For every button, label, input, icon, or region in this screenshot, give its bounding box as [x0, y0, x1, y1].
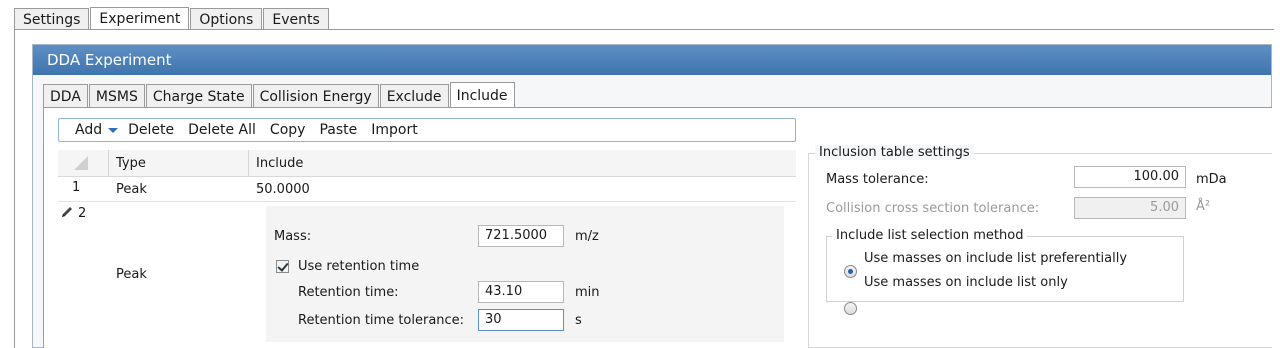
column-divider: [108, 150, 109, 176]
inclusion-settings-title: Inclusion table settings: [815, 145, 974, 160]
ccs-tolerance-label: Collision cross section tolerance:: [826, 201, 1040, 216]
select-all-corner[interactable]: [74, 156, 88, 170]
add-button[interactable]: Add: [75, 122, 102, 138]
row-include-value[interactable]: 50.0000: [256, 182, 310, 197]
row-number[interactable]: 2: [78, 206, 86, 221]
import-button[interactable]: Import: [371, 122, 417, 138]
retention-time-unit: min: [575, 285, 600, 300]
tab-experiment[interactable]: Experiment: [90, 7, 190, 30]
paste-button[interactable]: Paste: [319, 122, 357, 138]
copy-button[interactable]: Copy: [270, 122, 306, 138]
mass-unit: m/z: [575, 229, 599, 244]
use-retention-time-checkbox[interactable]: [276, 260, 289, 273]
dda-tab-bar: DDA MSMS Charge State Collision Energy E…: [43, 82, 516, 108]
row-type[interactable]: Peak: [116, 267, 147, 282]
mass-tolerance-label: Mass tolerance:: [826, 172, 929, 187]
delete-all-button[interactable]: Delete All: [188, 122, 256, 138]
retention-time-label: Retention time:: [298, 285, 399, 300]
tab-include[interactable]: Include: [449, 82, 515, 107]
include-list-method-title: Include list selection method: [832, 228, 1028, 243]
column-divider: [248, 150, 249, 176]
row-divider: [58, 201, 796, 202]
tab-options[interactable]: Options: [190, 8, 263, 29]
include-toolbar: Add Delete Delete All Copy Paste Import: [58, 118, 796, 142]
tab-events[interactable]: Events: [263, 8, 329, 29]
tab-msms[interactable]: MSMS: [88, 84, 145, 107]
tab-collision-energy[interactable]: Collision Energy: [252, 84, 379, 107]
ccs-tolerance-input[interactable]: 5.00: [1074, 197, 1186, 219]
use-retention-time-label[interactable]: Use retention time: [298, 259, 419, 274]
mass-tolerance-input[interactable]: 100.00: [1074, 166, 1186, 188]
edit-pencil-icon: [62, 207, 72, 217]
row-type[interactable]: Peak: [116, 182, 147, 197]
preferential-radio[interactable]: [844, 265, 857, 278]
only-radio-label[interactable]: Use masses on include list only: [864, 275, 1068, 290]
retention-time-tolerance-label: Retention time tolerance:: [298, 313, 465, 328]
delete-button[interactable]: Delete: [128, 122, 174, 138]
panel-title: DDA Experiment: [33, 45, 1271, 75]
include-list-method-group: [826, 236, 1184, 302]
top-tab-bar: Settings Experiment Options Events: [14, 7, 330, 30]
ccs-tolerance-unit: Å²: [1196, 199, 1211, 214]
tab-exclude[interactable]: Exclude: [379, 84, 449, 107]
grid-header: [58, 150, 796, 177]
retention-time-input[interactable]: 43.10: [478, 281, 564, 303]
add-dropdown-icon[interactable]: [108, 127, 119, 133]
mass-label: Mass:: [274, 229, 312, 244]
row-number[interactable]: 1: [72, 180, 80, 195]
column-header-include[interactable]: Include: [256, 156, 303, 171]
tab-dda[interactable]: DDA: [43, 84, 88, 107]
only-radio[interactable]: [844, 302, 857, 315]
retention-time-tolerance-input[interactable]: 30: [478, 309, 564, 331]
mass-input[interactable]: 721.5000: [478, 225, 564, 247]
retention-time-tolerance-unit: s: [575, 313, 582, 328]
tab-charge-state[interactable]: Charge State: [145, 84, 252, 107]
mass-tolerance-unit: mDa: [1196, 172, 1227, 187]
column-header-type[interactable]: Type: [116, 156, 146, 171]
tab-settings[interactable]: Settings: [14, 8, 90, 29]
preferential-radio-label[interactable]: Use masses on include list preferentiall…: [864, 251, 1127, 266]
